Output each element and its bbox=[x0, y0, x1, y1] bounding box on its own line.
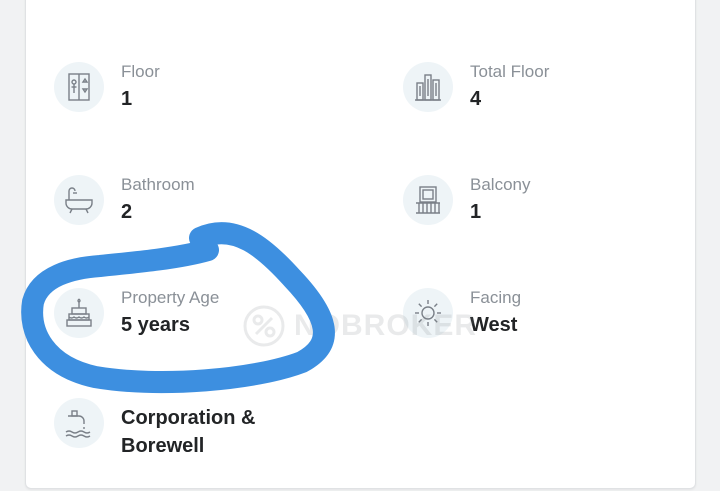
property-age-value: 5 years bbox=[121, 314, 190, 336]
bathroom-value: 2 bbox=[121, 201, 133, 223]
water-tap-icon bbox=[54, 398, 104, 448]
balcony-value: 1 bbox=[470, 201, 482, 223]
total-floor-value: 4 bbox=[470, 88, 482, 110]
bathroom-label: Bathroom bbox=[121, 175, 195, 194]
floor-value: 1 bbox=[121, 88, 133, 110]
balcony-icon bbox=[403, 175, 453, 225]
floor-label: Floor bbox=[121, 62, 160, 81]
property-details-card: Floor 1 Total Floor 4 Bathroom 2 Balcony… bbox=[25, 0, 696, 489]
watermark-text: NOBROKER bbox=[294, 309, 478, 342]
bathtub-icon bbox=[54, 175, 104, 225]
water-supply-value: Corporation & Borewell bbox=[121, 407, 256, 457]
total-floor-label: Total Floor bbox=[470, 62, 550, 81]
cake-icon bbox=[54, 288, 104, 338]
facing-label: Facing bbox=[470, 288, 522, 307]
watermark: NOBROKER bbox=[242, 304, 477, 348]
balcony-label: Balcony bbox=[470, 175, 531, 194]
elevator-icon bbox=[54, 62, 104, 112]
building-icon bbox=[403, 62, 453, 112]
nobroker-logo-icon bbox=[243, 305, 285, 347]
facing-value: West bbox=[470, 314, 518, 336]
property-age-label: Property Age bbox=[121, 288, 220, 307]
